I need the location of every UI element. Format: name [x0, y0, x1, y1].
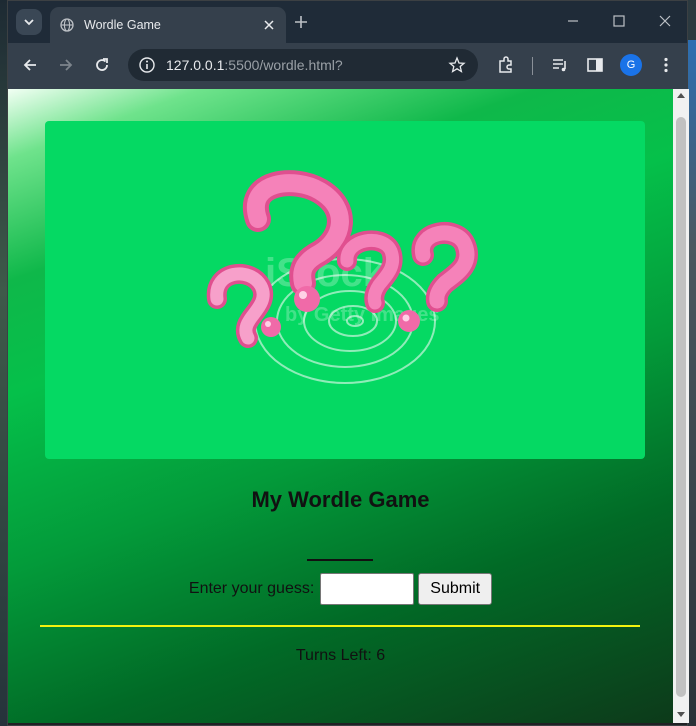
toolbar-separator: [532, 57, 533, 75]
minimize-icon[interactable]: [565, 13, 581, 29]
close-tab-icon[interactable]: [262, 18, 276, 32]
guess-input[interactable]: [320, 573, 415, 605]
browser-window: Wordle Game 127.0.0.1:5500/wordle.html? …: [7, 0, 689, 726]
kebab-menu-icon[interactable]: [656, 55, 676, 75]
submit-button[interactable]: Submit: [418, 573, 493, 605]
desktop-edge-left: [0, 0, 7, 726]
site-info-icon[interactable]: [138, 56, 156, 74]
chevron-down-icon: [24, 19, 34, 26]
guess-label: Enter your guess:: [188, 580, 315, 597]
url-host: 127.0.0.1: [166, 57, 225, 73]
globe-icon: [60, 18, 74, 32]
page-title: My Wordle Game: [251, 487, 430, 512]
page-viewport: iStock by Getty Images My Wordle Game En…: [8, 89, 673, 723]
tab-wordle-game[interactable]: Wordle Game: [50, 7, 286, 43]
maximize-icon[interactable]: [611, 13, 627, 29]
vertical-scrollbar[interactable]: [673, 89, 689, 723]
side-panel-icon[interactable]: [585, 55, 605, 75]
scroll-up-icon[interactable]: [677, 93, 685, 98]
url-path: :5500/wordle.html?: [224, 57, 343, 73]
back-arrow-icon[interactable]: [20, 55, 40, 75]
desktop-edge-right: [688, 40, 696, 726]
divider-line: [40, 625, 640, 627]
new-tab-icon[interactable]: [292, 13, 310, 31]
word-slot-underline: [307, 559, 373, 561]
scroll-down-icon[interactable]: [677, 712, 685, 717]
turns-left-text: Turns Left: 6: [295, 647, 386, 664]
url-text: 127.0.0.1:5500/wordle.html?: [166, 57, 448, 73]
browser-toolbar: 127.0.0.1:5500/wordle.html? G: [8, 43, 687, 89]
profile-avatar[interactable]: G: [620, 54, 642, 76]
question-marks-illustration: iStock by Getty Images: [206, 170, 478, 384]
hero-image: iStock by Getty Images: [45, 121, 645, 459]
extensions-puzzle-icon[interactable]: [496, 55, 516, 75]
scrollbar-thumb[interactable]: [676, 117, 686, 697]
close-window-icon[interactable]: [657, 13, 673, 29]
tab-search-button[interactable]: [16, 9, 42, 35]
reload-icon[interactable]: [92, 55, 112, 75]
bookmark-star-icon[interactable]: [448, 56, 466, 74]
address-bar[interactable]: 127.0.0.1:5500/wordle.html?: [128, 49, 478, 81]
tab-title: Wordle Game: [84, 18, 161, 32]
guess-form: Enter your guess: Submit: [8, 573, 673, 605]
forward-arrow-icon[interactable]: [56, 55, 76, 75]
media-queue-icon[interactable]: [550, 55, 570, 75]
right-question-mark: [411, 222, 478, 312]
tab-strip: Wordle Game: [8, 1, 687, 43]
